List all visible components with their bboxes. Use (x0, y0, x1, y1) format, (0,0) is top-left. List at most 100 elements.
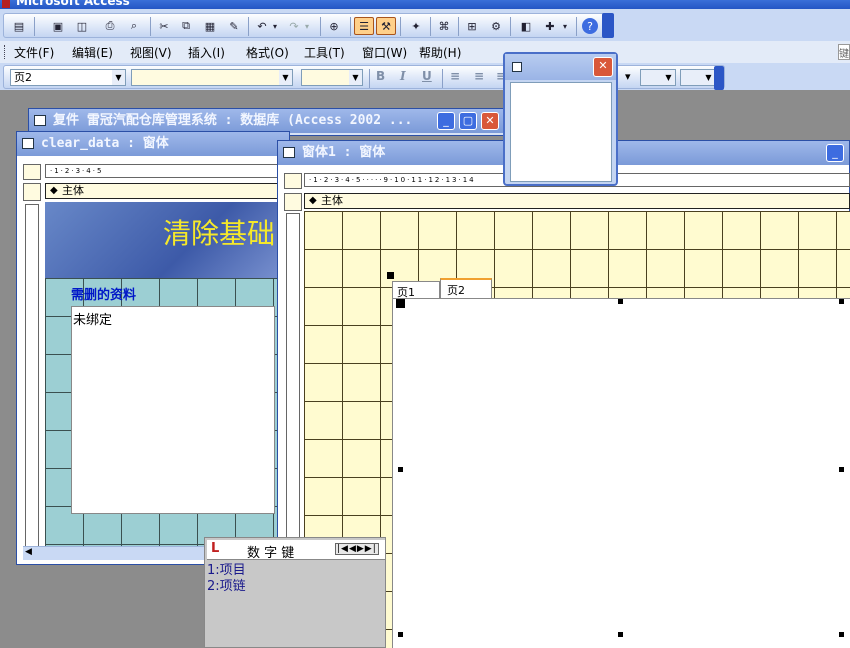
standard-toolbar: ▤ ▣ ◫ ⎙ ⌕ ✂ ⧉ ▦ ✎ ↶ ▾ ↷ ▾ ⊕ ☰ ⚒ ✦ ⌘ ⊞ ⚙ … (0, 9, 850, 41)
form-heading[interactable]: 清除基础 (163, 212, 275, 252)
field-list-icon (512, 62, 522, 72)
number-key-popup: L 数 字 键 |◀◀▶▶| 1:项目 2:项链 (204, 537, 386, 648)
chevron-down-icon[interactable]: ▼ (279, 70, 292, 85)
database-window-title-text: 复件 雷冠汽配仓库管理系统 : 数据库 (Access 2002 ... (53, 113, 413, 128)
resize-handle[interactable] (398, 632, 403, 637)
toolbar-options-icon[interactable] (714, 66, 724, 90)
tab-control-body[interactable] (392, 298, 850, 648)
new-object-dropdown-icon[interactable]: ▾ (560, 17, 570, 35)
detail-section-bar[interactable]: ◆ 主体 (45, 183, 285, 199)
resize-handle[interactable] (839, 467, 844, 472)
autoformat-icon[interactable]: ✦ (406, 17, 426, 35)
popup-item[interactable]: 2:项链 (207, 579, 246, 595)
italic-button[interactable]: I (400, 69, 406, 83)
scroll-left-icon[interactable]: ◀ (25, 547, 32, 557)
print-preview-icon[interactable]: ⌕ (124, 17, 144, 35)
clear-data-design-area: ·1·2·3·4·5 ◆ 主体 清除基础 需删的资料 未绑定 (23, 162, 285, 558)
popup-title: 数 字 键 (247, 546, 295, 561)
database-window-icon[interactable]: ◧ (516, 17, 536, 35)
database-window-title: 复件 雷冠汽配仓库管理系统 : 数据库 (Access 2002 ... (29, 109, 507, 133)
format-painter-icon[interactable]: ✎ (224, 17, 244, 35)
build-icon[interactable]: ⚙ (486, 17, 506, 35)
form-selector[interactable] (23, 164, 41, 180)
section-arrow-icon: ◆ (309, 195, 317, 206)
field-list-icon[interactable]: ☰ (354, 17, 374, 35)
menu-edit[interactable]: 编辑(E) (72, 44, 113, 61)
redo-icon[interactable]: ↷ (284, 17, 304, 35)
hyperlink-icon[interactable]: ⊕ (324, 17, 344, 35)
color-dropdown-icon[interactable]: ▾ (622, 69, 632, 86)
help-icon[interactable]: ? (582, 18, 598, 34)
underline-button[interactable]: U (422, 69, 432, 83)
cut-icon[interactable]: ✂ (154, 17, 174, 35)
move-handle[interactable] (387, 272, 394, 279)
undo-dropdown-icon[interactable]: ▾ (270, 17, 280, 35)
undo-icon[interactable]: ↶ (252, 17, 272, 35)
toolbox-icon[interactable]: ⚒ (376, 17, 396, 35)
menu-file[interactable]: 文件(F) (14, 44, 54, 61)
chevron-down-icon[interactable]: ▼ (662, 70, 675, 85)
align-left-icon[interactable]: ≡ (450, 69, 460, 83)
resize-handle[interactable] (839, 632, 844, 637)
field-list-title: ✕ (505, 54, 616, 80)
resize-handle[interactable] (398, 467, 403, 472)
form-selector[interactable] (284, 173, 302, 189)
font-size-combo[interactable]: ▼ (301, 69, 363, 86)
horizontal-ruler: ·1·2·3·4·5 (45, 164, 285, 178)
section-arrow-icon: ◆ (50, 185, 58, 196)
record-nav-icon[interactable]: |◀◀▶▶| (335, 543, 379, 555)
menu-window[interactable]: 窗口(W) (362, 44, 407, 61)
minimize-button[interactable]: _ (826, 144, 844, 162)
formatting-toolbar: 页2 ▼ ▼ ▼ B I U ≡ ≡ ≡ ▾ ▼ ▼ (0, 63, 850, 90)
close-button[interactable]: ✕ (481, 112, 499, 130)
label-icon: L (211, 541, 220, 556)
menu-format[interactable]: 格式(O) (246, 44, 289, 61)
tab-page1[interactable]: 页1 (392, 281, 440, 299)
popup-list[interactable]: 1:项目 2:项链 (207, 563, 246, 595)
print-icon[interactable]: ⎙ (100, 17, 120, 35)
search-db-icon[interactable]: ◫ (72, 17, 92, 35)
resize-handle[interactable] (839, 299, 844, 304)
access-icon (2, 0, 10, 8)
tab-page2[interactable]: 页2 (440, 278, 492, 299)
minimize-button[interactable]: _ (437, 112, 455, 130)
database-icon (34, 115, 46, 126)
ask-question-box[interactable]: 键 (838, 44, 850, 60)
menu-bar: 文件(F) 编辑(E) 视图(V) 插入(I) 格式(O) 工具(T) 窗口(W… (0, 41, 850, 63)
menu-help[interactable]: 帮助(H) (419, 44, 461, 61)
code-icon[interactable]: ⌘ (434, 17, 454, 35)
detail-section-bar[interactable]: ◆ 主体 (304, 193, 850, 209)
popup-item[interactable]: 1:项目 (207, 563, 246, 579)
chevron-down-icon[interactable]: ▼ (349, 70, 362, 85)
close-button[interactable]: ✕ (593, 57, 613, 77)
detail-section-label: 主体 (62, 184, 84, 197)
align-center-icon[interactable]: ≡ (474, 69, 484, 83)
view-icon[interactable]: ▤ (7, 17, 31, 35)
move-handle[interactable] (396, 299, 405, 308)
resize-handle[interactable] (618, 299, 623, 304)
menu-insert[interactable]: 插入(I) (188, 44, 225, 61)
special-effect-combo[interactable]: ▼ (680, 69, 716, 86)
vertical-ruler (25, 204, 39, 548)
object-combo[interactable]: 页2 ▼ (10, 69, 126, 86)
object-combo-value: 页2 (14, 71, 32, 84)
list-label[interactable]: 需删的资料 (71, 284, 136, 303)
menu-view[interactable]: 视图(V) (130, 44, 172, 61)
field-list-body[interactable] (510, 82, 612, 182)
chevron-down-icon[interactable]: ▼ (112, 70, 125, 85)
properties-icon[interactable]: ⊞ (462, 17, 482, 35)
clear-data-form-window: clear_data : 窗体 ·1·2·3·4·5 ◆ 主体 清除基础 需删的… (16, 131, 290, 565)
paste-icon[interactable]: ▦ (200, 17, 220, 35)
line-style-combo[interactable]: ▼ (640, 69, 676, 86)
new-object-icon[interactable]: ✚ (540, 17, 560, 35)
font-combo[interactable]: ▼ (131, 69, 293, 86)
list-box[interactable]: 未绑定 (71, 306, 275, 514)
restore-button[interactable]: ▢ (459, 112, 477, 130)
resize-handle[interactable] (618, 632, 623, 637)
copy-icon[interactable]: ⧉ (176, 17, 196, 35)
toolbar-options-icon[interactable] (602, 13, 614, 38)
menu-tools[interactable]: 工具(T) (304, 44, 345, 61)
save-icon[interactable]: ▣ (48, 17, 68, 35)
redo-dropdown-icon[interactable]: ▾ (302, 17, 312, 35)
bold-button[interactable]: B (376, 69, 385, 83)
